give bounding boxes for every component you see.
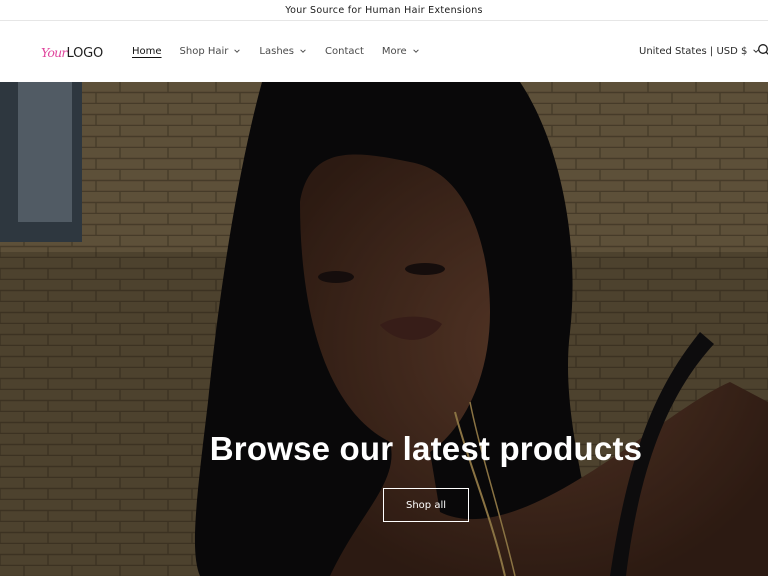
nav-item-label: More — [381, 45, 407, 57]
site-header: YourLOGO Home Shop Hair Lashes Contact M… — [0, 21, 768, 82]
hero-banner: Browse our latest products Shop all — [0, 82, 768, 576]
shop-all-button[interactable]: Shop all — [383, 488, 469, 522]
chevron-down-icon — [234, 49, 241, 53]
nav-item-contact[interactable]: Contact — [325, 43, 364, 59]
logo-bold-text: LOGO — [66, 46, 104, 61]
nav-item-label: Lashes — [259, 45, 295, 57]
announcement-bar: Your Source for Human Hair Extensions — [0, 0, 768, 21]
nav-item-label: Shop Hair — [179, 45, 229, 57]
nav-item-more[interactable]: More — [382, 43, 420, 59]
main-nav: Home Shop Hair Lashes Contact More — [132, 43, 438, 59]
site-logo[interactable]: YourLOGO — [41, 42, 103, 62]
locale-label: United States | USD $ — [639, 45, 748, 57]
chevron-down-icon — [300, 49, 306, 53]
nav-item-label: Contact — [325, 45, 364, 57]
hero-title: Browse our latest products — [209, 430, 643, 467]
nav-item-label: Home — [132, 45, 162, 57]
announcement-text: Your Source for Human Hair Extensions — [285, 4, 483, 16]
nav-item-shop-hair[interactable]: Shop Hair — [180, 43, 242, 59]
search-icon[interactable] — [757, 43, 768, 57]
logo-script-text: Your — [41, 45, 67, 60]
chevron-down-icon — [412, 49, 419, 53]
nav-item-lashes[interactable]: Lashes — [259, 43, 307, 59]
locale-selector[interactable]: United States | USD $ — [639, 43, 760, 59]
nav-item-home[interactable]: Home — [132, 43, 162, 59]
